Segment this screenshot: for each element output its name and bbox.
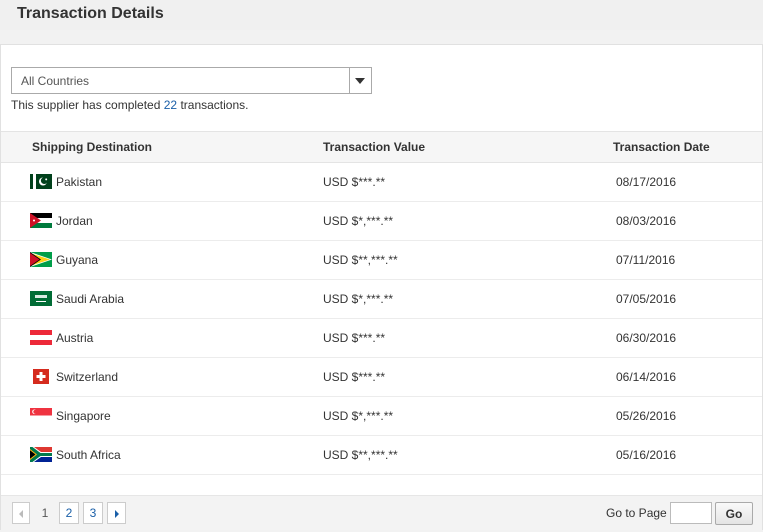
page-2-link[interactable]: 2 <box>59 502 79 524</box>
shipping-destination: Austria <box>56 331 94 345</box>
chevron-down-icon <box>355 78 365 84</box>
country-filter-dropdown[interactable]: All Countries <box>11 67 372 94</box>
page-header: Transaction Details <box>0 0 763 30</box>
table-row: Saudi Arabia USD $*,***.** 07/05/2016 <box>1 280 762 319</box>
summary-suffix: transactions. <box>177 98 249 112</box>
flag-guyana-icon <box>30 252 52 267</box>
shipping-destination: Switzerland <box>56 370 119 384</box>
flag-switzerland-icon <box>33 369 49 384</box>
flag-jordan-icon <box>30 213 52 228</box>
transaction-date: 06/14/2016 <box>616 370 677 384</box>
shipping-destination: Saudi Arabia <box>56 292 125 306</box>
flag-south-africa-icon <box>30 447 52 462</box>
transaction-date: 08/17/2016 <box>616 175 677 189</box>
column-header-transaction-value: Transaction Value <box>323 140 426 154</box>
transaction-date: 07/05/2016 <box>616 292 677 306</box>
transaction-value: USD $*,***.** <box>323 409 394 423</box>
transaction-value: USD $***.** <box>323 331 386 345</box>
flag-singapore-icon <box>30 408 52 423</box>
transaction-value: USD $**,***.** <box>323 448 398 462</box>
pagination-bar: 1 2 3 Go to Page Go <box>1 495 762 530</box>
transaction-value: USD $***.** <box>323 370 386 384</box>
transaction-summary: This supplier has completed 22 transacti… <box>11 98 248 112</box>
table-row: Singapore USD $*,***.** 05/26/2016 <box>1 397 762 436</box>
page-3-link[interactable]: 3 <box>83 502 103 524</box>
transaction-date: 05/26/2016 <box>616 409 677 423</box>
transaction-value: USD $*,***.** <box>323 214 394 228</box>
flag-austria-icon <box>30 330 52 345</box>
page-title: Transaction Details <box>17 5 164 22</box>
transaction-count-link[interactable]: 22 <box>164 98 177 112</box>
transaction-value: USD $*,***.** <box>323 292 394 306</box>
table-header: Shipping Destination Transaction Value T… <box>1 131 762 163</box>
transaction-date: 08/03/2016 <box>616 214 677 228</box>
transaction-date: 07/11/2016 <box>616 253 676 267</box>
chevron-left-icon <box>19 509 23 518</box>
flag-saudi-arabia-icon <box>30 291 52 306</box>
goto-page-input[interactable] <box>670 502 712 524</box>
transaction-value: USD $***.** <box>323 175 386 189</box>
shipping-destination: Pakistan <box>56 175 103 189</box>
country-filter-value: All Countries <box>21 74 90 88</box>
table-row: Austria USD $***.** 06/30/2016 <box>1 319 762 358</box>
transaction-value: USD $**,***.** <box>323 253 398 267</box>
shipping-destination: South Africa <box>56 448 121 462</box>
table-row: South Africa USD $**,***.** 05/16/2016 <box>1 436 762 475</box>
transaction-panel: All Countries This supplier has complete… <box>0 44 763 530</box>
chevron-right-icon <box>114 509 119 518</box>
transaction-date: 06/30/2016 <box>616 331 677 345</box>
table-row: Jordan USD $*,***.** 08/03/2016 <box>1 202 762 241</box>
go-button[interactable]: Go <box>715 502 753 525</box>
shipping-destination: Guyana <box>56 253 99 267</box>
table-row: Pakistan USD $***.** 08/17/2016 <box>1 163 762 202</box>
transactions-table: Shipping Destination Transaction Value T… <box>1 131 762 475</box>
summary-prefix: This supplier has completed <box>11 98 164 112</box>
table-row: Switzerland USD $***.** 06/14/2016 <box>1 358 762 397</box>
previous-page-button[interactable] <box>12 502 30 524</box>
flag-pakistan-icon <box>30 174 52 189</box>
shipping-destination: Jordan <box>56 214 93 228</box>
shipping-destination: Singapore <box>56 409 111 423</box>
table-row: Guyana USD $**,***.** 07/11/2016 <box>1 241 762 280</box>
column-header-transaction-date: Transaction Date <box>613 140 710 154</box>
dropdown-arrow-button[interactable] <box>349 68 371 93</box>
transaction-date: 05/16/2016 <box>616 448 677 462</box>
next-page-button[interactable] <box>107 502 126 524</box>
goto-page-label: Go to Page <box>606 506 667 520</box>
column-header-shipping-destination: Shipping Destination <box>32 140 152 154</box>
current-page: 1 <box>41 506 49 520</box>
